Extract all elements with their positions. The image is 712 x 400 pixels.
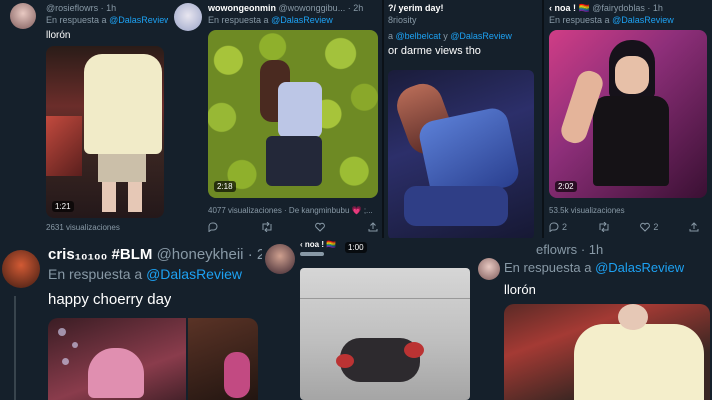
timestamp[interactable]: · 1h <box>647 3 663 13</box>
display-name[interactable]: ‹ noa ! 🏳️‍🌈 <box>549 3 590 13</box>
view-count: 53.5k visualizaciones <box>549 206 625 215</box>
like-icon[interactable] <box>640 222 651 232</box>
timestamp[interactable]: · 1h <box>581 242 603 257</box>
tweet-wowongeonmin[interactable]: wowongeonmin @wowonggibu... · 2h En resp… <box>168 0 382 238</box>
video-media[interactable] <box>388 70 534 238</box>
reply-icon[interactable] <box>208 222 218 232</box>
avatar[interactable] <box>478 258 500 280</box>
avatar[interactable] <box>10 3 36 29</box>
avatar[interactable] <box>174 3 202 31</box>
user-handle[interactable]: @fairydoblas <box>592 3 645 13</box>
share-icon[interactable] <box>689 222 699 232</box>
user-handle[interactable]: eflowrs <box>536 242 577 257</box>
display-name[interactable]: ‹ noa ! 🏳️‍🌈 <box>300 240 336 249</box>
photo-media-2[interactable] <box>188 318 258 400</box>
reply-prefix: En respuesta a <box>504 260 592 275</box>
reply-count: 2 <box>562 222 568 232</box>
reply-prefix: En respuesta a <box>208 15 269 25</box>
display-name[interactable]: wowongeonmin <box>208 3 276 13</box>
video-media[interactable] <box>504 304 710 400</box>
reply-prefix: En respuesta a <box>48 266 143 282</box>
retweet-icon[interactable] <box>598 222 610 232</box>
timestamp[interactable]: · 2h <box>348 3 364 13</box>
reply-join: y <box>443 31 448 41</box>
tweet-text: llorón <box>504 282 536 297</box>
reply-mention-link[interactable]: @DalasReview <box>109 15 171 25</box>
timestamp[interactable]: · 1h <box>101 3 117 13</box>
thread-line <box>14 296 16 400</box>
user-handle[interactable]: @honeykheii <box>157 246 244 263</box>
reply-icon[interactable] <box>549 222 559 232</box>
retweet-icon[interactable] <box>261 222 273 232</box>
reply-prefix: En respuesta a <box>549 15 610 25</box>
tweet-yerim-day[interactable]: ?/ yerim day! 8riosity a @belbelcat y @D… <box>382 0 542 238</box>
photo-media[interactable] <box>300 268 470 400</box>
avatar[interactable] <box>2 250 40 288</box>
tweet-text: llorón <box>46 30 71 41</box>
like-icon[interactable] <box>315 222 326 232</box>
reply-mention-link[interactable]: @DalasReview <box>595 260 684 275</box>
reply-prefix: En respuesta a <box>46 15 107 25</box>
video-media[interactable]: 2:02 <box>549 30 707 198</box>
reply-line-placeholder <box>300 252 324 256</box>
user-handle[interactable]: 8riosity <box>388 15 417 25</box>
display-name[interactable]: cris₁₀₁₀₀ #BLM <box>48 246 152 263</box>
avatar[interactable] <box>265 244 295 274</box>
timestamp[interactable]: · 2 <box>248 246 262 263</box>
view-count: 2631 visualizaciones <box>46 223 120 232</box>
view-count: 4077 visualizaciones · De kangminbubu 💗 … <box>208 206 373 215</box>
video-duration: 1:00 <box>345 242 367 253</box>
user-handle[interactable]: @rosieflowrs <box>46 3 98 13</box>
tweet-rosieflowrs-repeat[interactable]: eflowrs · 1h En respuesta a @DalasReview… <box>474 238 712 400</box>
reply-mention-link[interactable]: @DalasReview <box>146 266 242 282</box>
reply-mention-link-1[interactable]: @belbelcat <box>396 31 441 41</box>
video-media[interactable]: 2:18 <box>208 30 378 198</box>
tweet-cris-honeykheii[interactable]: cris₁₀₁₀₀ #BLM @honeykheii · 2 En respue… <box>0 238 262 400</box>
reply-mention-link[interactable]: @DalasReview <box>271 15 333 25</box>
share-icon[interactable] <box>368 222 378 232</box>
reply-mention-link-2[interactable]: @DalasReview <box>450 31 512 41</box>
collage-divider <box>382 0 384 238</box>
like-count: 2 <box>653 222 659 232</box>
reply-mention-link[interactable]: @DalasReview <box>612 15 674 25</box>
video-duration: 1:21 <box>52 201 74 212</box>
tweet-noa-fairydoblas[interactable]: ‹ noa ! 🏳️‍🌈 @fairydoblas · 1h En respue… <box>544 0 712 240</box>
video-media[interactable]: 1:21 <box>46 46 164 218</box>
reply-prefix: a <box>388 31 394 41</box>
video-duration: 2:18 <box>214 181 236 192</box>
video-duration: 2:02 <box>555 181 577 192</box>
photo-media-1[interactable] <box>48 318 186 400</box>
user-handle[interactable]: @wowonggibu... <box>279 3 346 13</box>
collage-divider <box>542 0 544 238</box>
display-name[interactable]: ?/ yerim day! <box>388 3 444 13</box>
tweet-text: happy choerry day <box>48 291 172 308</box>
tweet-text: or darme views tho <box>388 45 481 57</box>
tweet-noa-small[interactable]: ‹ noa ! 🏳️‍🌈 <box>262 238 474 400</box>
